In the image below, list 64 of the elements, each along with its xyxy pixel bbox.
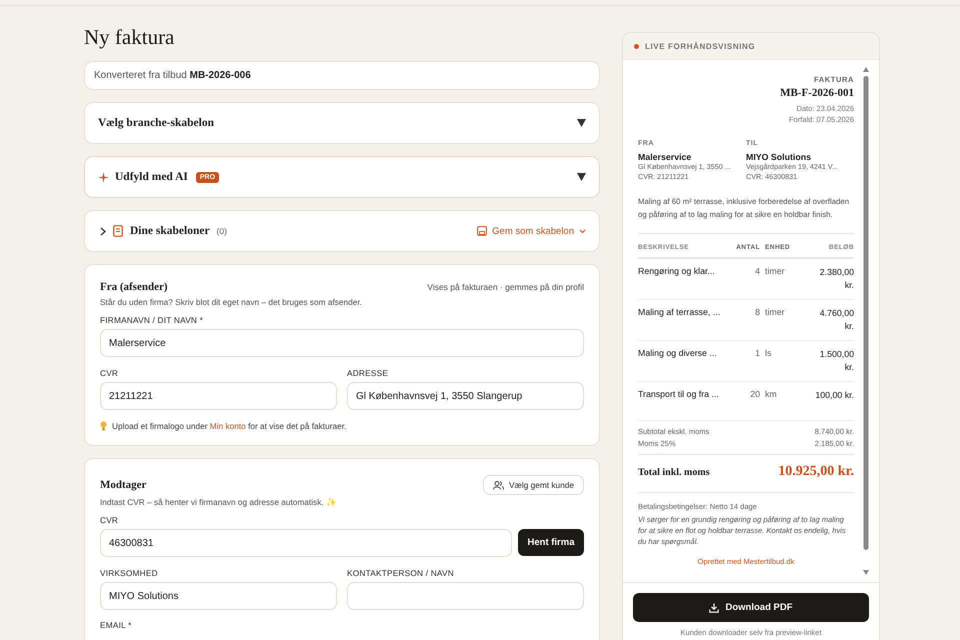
- page-title: Ny faktura: [84, 24, 176, 50]
- document-icon: [113, 225, 123, 237]
- total-label: Total inkl. moms: [638, 466, 710, 478]
- download-pdf-button[interactable]: Download PDF: [633, 593, 869, 622]
- invoice-number: MB-F-2026-001: [780, 87, 854, 99]
- template-count: (0): [216, 226, 227, 236]
- logo-hint: Upload et firmalogo under Min konto for at vise det på fakturaer.: [112, 421, 346, 431]
- input-field[interactable]: 46300831: [100, 529, 512, 557]
- table-cell-text: Maling og diverse ...: [638, 348, 718, 358]
- table-cell-text: timer: [764, 266, 786, 276]
- table-cell-text: Rengøring og klar...: [638, 266, 716, 276]
- preview-header: LIVE FORHÅNDSVISNING: [645, 42, 756, 50]
- input-field[interactable]: Gl Københavnsvej 1, 3550 Slangerup: [347, 382, 584, 410]
- section-title: Modtager: [100, 479, 146, 491]
- field-label: KONTAKTPERSON / NAVN: [347, 568, 455, 578]
- section-title: Fra (afsender): [100, 281, 168, 293]
- chevron-down-icon: [579, 228, 586, 234]
- table-cell-text: timer: [764, 307, 786, 317]
- table-cell-text: Transport til og fra ...: [638, 389, 720, 399]
- table-cell-text: 4.760,00 kr.: [818, 307, 854, 333]
- panel-title: Dine skabeloner: [130, 225, 210, 237]
- panel-title: Vælg branche-skabelon: [98, 117, 214, 129]
- field-label: CVR: [100, 368, 120, 378]
- conversion-note: Konverteret fra tilbud MB-2026-006: [94, 70, 251, 81]
- input-field[interactable]: 21211221: [100, 382, 337, 410]
- table-cell-text: ls: [764, 348, 772, 358]
- sparkle-icon: [98, 172, 109, 182]
- field-label: EMAIL *: [100, 620, 133, 630]
- input-field[interactable]: [347, 582, 584, 610]
- table-cell-text: 20: [749, 389, 760, 399]
- section-hint: Indtast CVR – så henter vi firmanavn og adresse automatisk. ✨: [100, 497, 337, 507]
- table-cell-text: 4: [754, 266, 760, 276]
- table-cell-text: 100,00 kr.: [814, 389, 854, 402]
- download-icon: [709, 602, 720, 612]
- users-icon: [492, 480, 504, 490]
- live-dot-icon: [634, 44, 639, 48]
- total-value: 10.925,00 kr.: [778, 464, 854, 480]
- party-name: MIYO Solutions: [746, 152, 812, 162]
- input-field[interactable]: Malerservice: [100, 329, 584, 357]
- table-cell-text: 1: [754, 348, 760, 358]
- table-cell-text: km: [764, 389, 778, 399]
- chevron-icon[interactable]: [100, 226, 106, 236]
- party-name: Malerservice: [638, 152, 692, 162]
- input-field[interactable]: MIYO Solutions: [100, 582, 337, 610]
- table-cell-text: 2.380,00 kr.: [818, 266, 854, 292]
- section-subtitle: Vises på fakturaen · gemmes på din profil: [427, 282, 584, 292]
- field-label: FIRMANAVN / DIT NAVN *: [100, 315, 204, 325]
- field-label: CVR: [100, 515, 120, 525]
- table-cell-text: 8: [754, 307, 760, 317]
- field-label: VIRKSOMHED: [100, 568, 159, 578]
- table-cell-text: Maling af terrasse, ...: [638, 307, 722, 317]
- account-link[interactable]: Min konto: [210, 421, 246, 431]
- panel-title: Udfyld med AI: [115, 171, 188, 183]
- section-hint: Står du uden firma? Skriv blot dit eget navn – det bruges som afsender.: [100, 297, 363, 307]
- save-icon: [477, 226, 488, 236]
- field-label: ADRESSE: [347, 368, 390, 378]
- collapsible-panel[interactable]: Vælg branche-skabelon: [84, 102, 600, 144]
- table-cell-text: 1.500,00 kr.: [818, 348, 854, 374]
- lightbulb-icon: [100, 421, 107, 431]
- save-template-button[interactable]: Gem som skabelon: [477, 226, 586, 236]
- caret-icon: [577, 119, 586, 127]
- fetch-company-button[interactable]: Hent firma: [518, 529, 584, 556]
- caret-icon: [577, 173, 586, 181]
- saved-customer-button[interactable]: Vælg gemt kunde: [482, 475, 584, 495]
